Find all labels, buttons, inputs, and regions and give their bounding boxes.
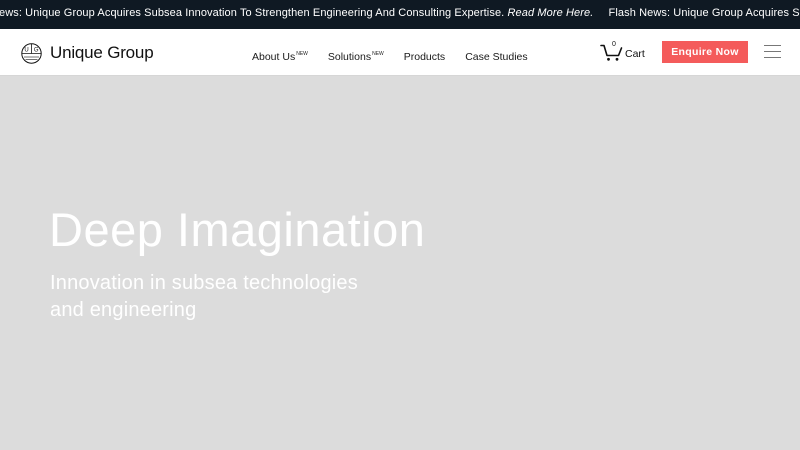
menu-line <box>764 57 781 58</box>
cart-count: 0 <box>612 41 616 48</box>
menu-line <box>764 45 781 46</box>
nav-solutions[interactable]: SolutionsNEW <box>328 51 384 63</box>
hero-title: Deep Imagination <box>49 203 426 256</box>
hero-subtitle: Innovation in subsea technologies and en… <box>50 272 358 321</box>
logo-mark-icon: U G <box>21 42 42 64</box>
cart-button[interactable]: 0 Cart <box>600 41 650 64</box>
hamburger-icon[interactable] <box>764 45 781 59</box>
new-badge: NEW <box>372 51 384 57</box>
logo[interactable]: U G Unique Group <box>21 42 154 64</box>
main-nav: About UsNEW SolutionsNEW Products Case S… <box>252 51 548 63</box>
enquire-now-button[interactable]: Enquire Now <box>662 41 748 63</box>
ticker-item: Flash News: Unique Group Acquires Subsea… <box>608 7 800 19</box>
svg-text:G: G <box>34 47 39 53</box>
nav-products[interactable]: Products <box>404 51 445 63</box>
cart-label: Cart <box>625 48 645 60</box>
site-header: U G Unique Group About UsNEW SolutionsNE… <box>0 29 800 76</box>
news-ticker: ews: Unique Group Acquires Subsea Innova… <box>0 0 800 29</box>
brand-name: Unique Group <box>50 43 154 62</box>
read-more-link[interactable]: Read More Here. <box>507 7 593 19</box>
hero-section: Deep Imagination Innovation in subsea te… <box>0 77 800 450</box>
svg-text:U: U <box>24 47 28 53</box>
menu-line <box>764 51 781 52</box>
nav-about-us[interactable]: About UsNEW <box>252 51 308 63</box>
new-badge: NEW <box>296 51 308 57</box>
ticker-item: ews: Unique Group Acquires Subsea Innova… <box>0 7 594 19</box>
ticker-track: ews: Unique Group Acquires Subsea Innova… <box>0 0 800 29</box>
nav-case-studies[interactable]: Case Studies <box>465 51 527 63</box>
